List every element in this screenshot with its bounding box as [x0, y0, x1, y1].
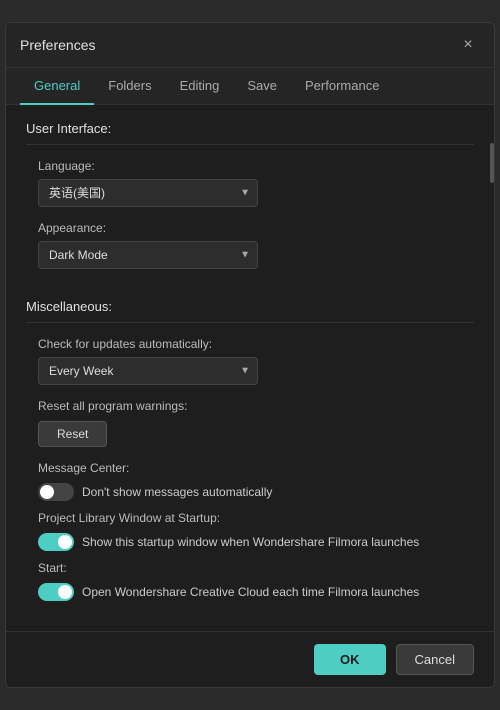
- dialog-footer: OK Cancel: [6, 631, 494, 687]
- message-toggle-label: Don't show messages automatically: [82, 485, 272, 499]
- message-center-label: Message Center:: [38, 461, 474, 475]
- project-toggle-label: Show this startup window when Wondershar…: [82, 535, 419, 549]
- tab-general[interactable]: General: [20, 68, 94, 105]
- miscellaneous-header: Miscellaneous:: [26, 283, 474, 323]
- project-toggle-row: Show this startup window when Wondershar…: [26, 533, 474, 551]
- start-label: Start:: [38, 561, 474, 575]
- message-toggle-row: Don't show messages automatically: [26, 483, 474, 501]
- tab-folders[interactable]: Folders: [94, 68, 165, 105]
- appearance-field: Appearance: Dark Mode ▼: [26, 221, 474, 269]
- project-toggle-thumb: [58, 535, 72, 549]
- language-field: Language: 英语(美国) ▼: [26, 159, 474, 207]
- message-toggle[interactable]: [38, 483, 74, 501]
- tab-performance[interactable]: Performance: [291, 68, 393, 105]
- appearance-select[interactable]: Dark Mode: [38, 241, 258, 269]
- language-select-wrapper: 英语(美国) ▼: [38, 179, 258, 207]
- title-bar: Preferences ×: [6, 23, 494, 68]
- language-label: Language:: [38, 159, 474, 173]
- project-toggle-track[interactable]: [38, 533, 74, 551]
- user-interface-header: User Interface:: [26, 105, 474, 145]
- updates-field: Check for updates automatically: Every W…: [26, 337, 474, 385]
- appearance-select-wrapper: Dark Mode ▼: [38, 241, 258, 269]
- project-library-label: Project Library Window at Startup:: [38, 511, 474, 525]
- close-button[interactable]: ×: [456, 33, 480, 57]
- language-select[interactable]: 英语(美国): [38, 179, 258, 207]
- message-toggle-track[interactable]: [38, 483, 74, 501]
- start-toggle-row: Open Wondershare Creative Cloud each tim…: [26, 583, 474, 601]
- content-area: User Interface: Language: 英语(美国) ▼ Appea…: [6, 105, 494, 631]
- scrollbar[interactable]: [490, 143, 494, 183]
- dialog-title: Preferences: [20, 37, 95, 53]
- tab-editing[interactable]: Editing: [166, 68, 234, 105]
- tab-save[interactable]: Save: [233, 68, 291, 105]
- updates-label: Check for updates automatically:: [38, 337, 474, 351]
- reset-button[interactable]: Reset: [38, 421, 107, 447]
- start-toggle-thumb: [58, 585, 72, 599]
- start-toggle-label: Open Wondershare Creative Cloud each tim…: [82, 585, 419, 599]
- reset-label: Reset all program warnings:: [38, 399, 474, 413]
- updates-select-wrapper: Every Week ▼: [38, 357, 258, 385]
- appearance-label: Appearance:: [38, 221, 474, 235]
- start-toggle-track[interactable]: [38, 583, 74, 601]
- reset-field: Reset all program warnings: Reset: [26, 399, 474, 447]
- message-toggle-thumb: [40, 485, 54, 499]
- updates-select[interactable]: Every Week: [38, 357, 258, 385]
- cancel-button[interactable]: Cancel: [396, 644, 474, 675]
- start-toggle[interactable]: [38, 583, 74, 601]
- preferences-dialog: Preferences × General Folders Editing Sa…: [5, 22, 495, 688]
- project-toggle[interactable]: [38, 533, 74, 551]
- ok-button[interactable]: OK: [314, 644, 386, 675]
- tabs-container: General Folders Editing Save Performance: [6, 68, 494, 105]
